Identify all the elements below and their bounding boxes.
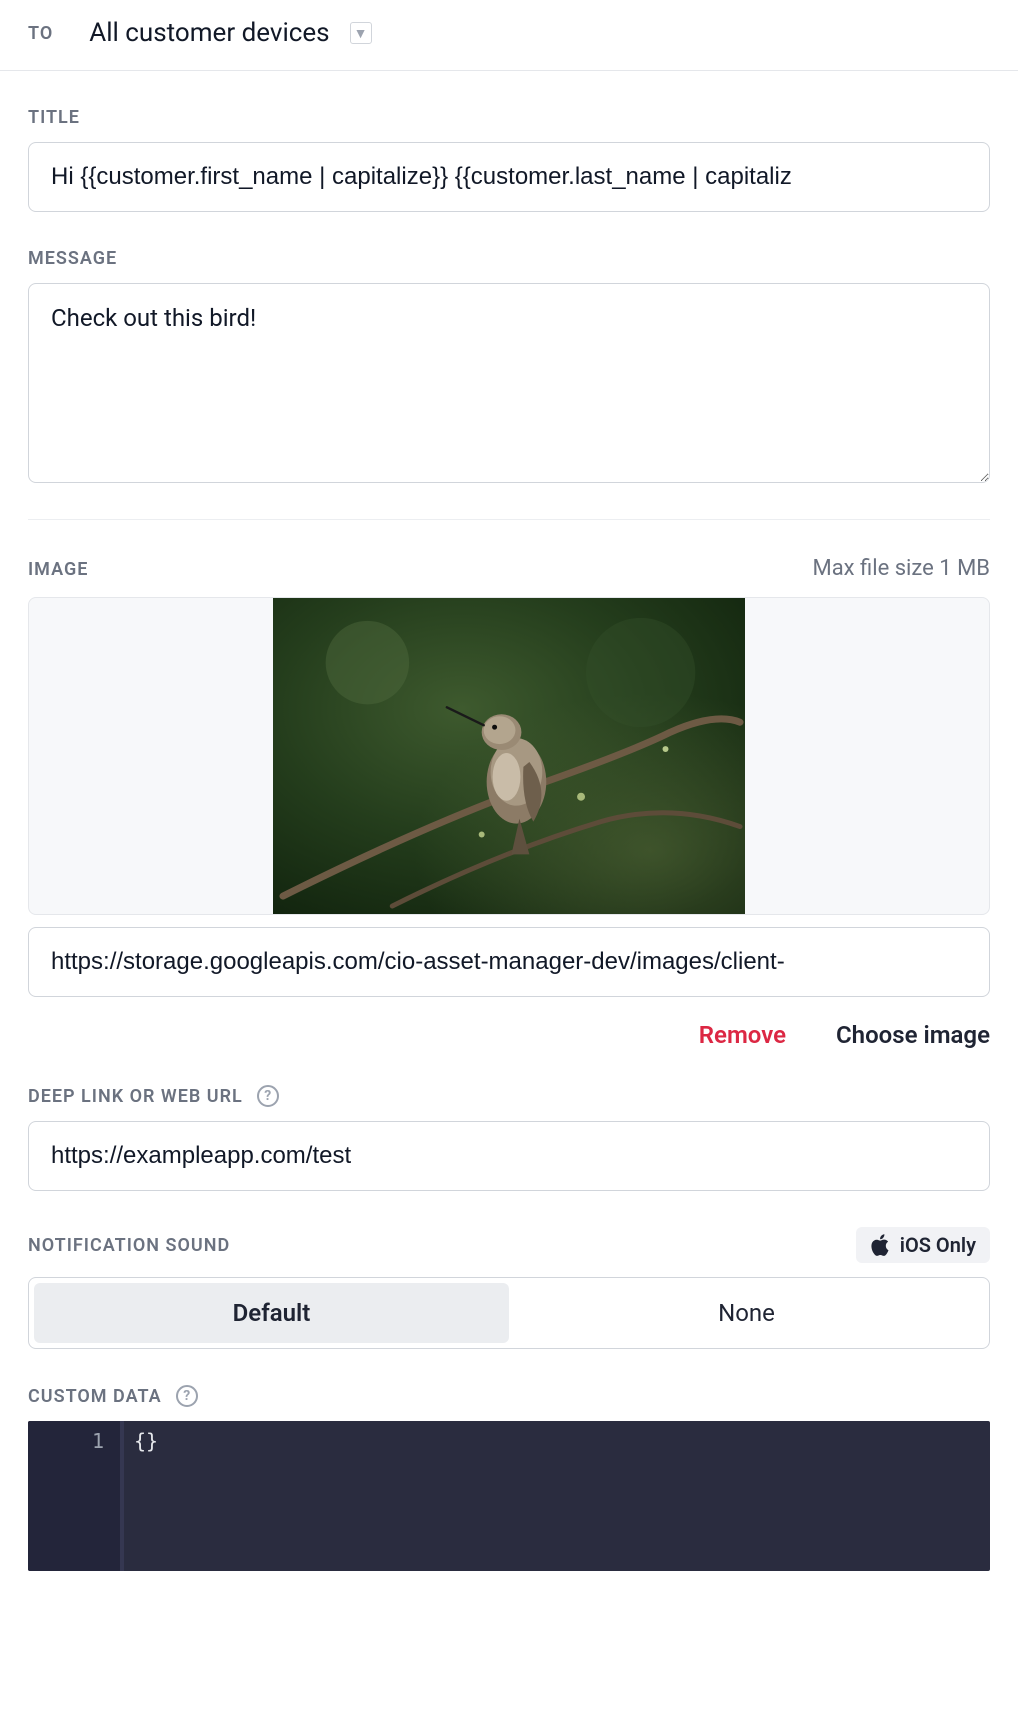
image-url-input[interactable]: [28, 927, 990, 997]
sound-option-none[interactable]: None: [509, 1283, 984, 1343]
image-label: IMAGE: [28, 559, 88, 580]
sound-segmented-control: Default None: [28, 1277, 990, 1349]
code-content[interactable]: {}: [124, 1421, 990, 1571]
ios-only-badge: iOS Only: [856, 1227, 990, 1263]
apple-icon: [870, 1234, 890, 1256]
code-gutter: 1: [28, 1421, 120, 1571]
to-selected-value: All customer devices: [89, 18, 329, 48]
message-section: MESSAGE: [0, 248, 1018, 487]
bird-image: [273, 598, 745, 914]
image-section: IMAGE Max file size 1 MB: [0, 556, 1018, 1049]
message-textarea[interactable]: [28, 283, 990, 483]
to-label: TO: [28, 23, 53, 44]
choose-image-button[interactable]: Choose image: [836, 1021, 990, 1049]
deep-link-input[interactable]: [28, 1121, 990, 1191]
line-number: 1: [28, 1429, 104, 1453]
title-input[interactable]: [28, 142, 990, 212]
divider: [28, 519, 990, 520]
remove-image-button[interactable]: Remove: [699, 1021, 786, 1049]
custom-data-section: CUSTOM DATA ? 1 {}: [0, 1385, 1018, 1571]
ios-only-text: iOS Only: [900, 1233, 976, 1257]
chevron-down-icon: ▼: [350, 22, 372, 44]
help-icon[interactable]: ?: [176, 1385, 198, 1407]
notification-sound-label: NOTIFICATION SOUND: [28, 1235, 230, 1256]
notification-sound-section: NOTIFICATION SOUND iOS Only Default None: [0, 1227, 1018, 1349]
image-preview: [28, 597, 990, 915]
deep-link-label: DEEP LINK OR WEB URL: [28, 1086, 243, 1107]
to-row: TO All customer devices ▼: [0, 0, 1018, 71]
sound-option-default[interactable]: Default: [34, 1283, 509, 1343]
deep-link-section: DEEP LINK OR WEB URL ?: [0, 1085, 1018, 1191]
to-select[interactable]: All customer devices ▼: [89, 18, 371, 48]
custom-data-editor[interactable]: 1 {}: [28, 1421, 990, 1571]
help-icon[interactable]: ?: [257, 1085, 279, 1107]
message-label: MESSAGE: [28, 248, 990, 269]
custom-data-label: CUSTOM DATA: [28, 1386, 162, 1407]
title-label: TITLE: [28, 107, 990, 128]
image-size-hint: Max file size 1 MB: [812, 556, 990, 581]
title-section: TITLE: [0, 107, 1018, 212]
